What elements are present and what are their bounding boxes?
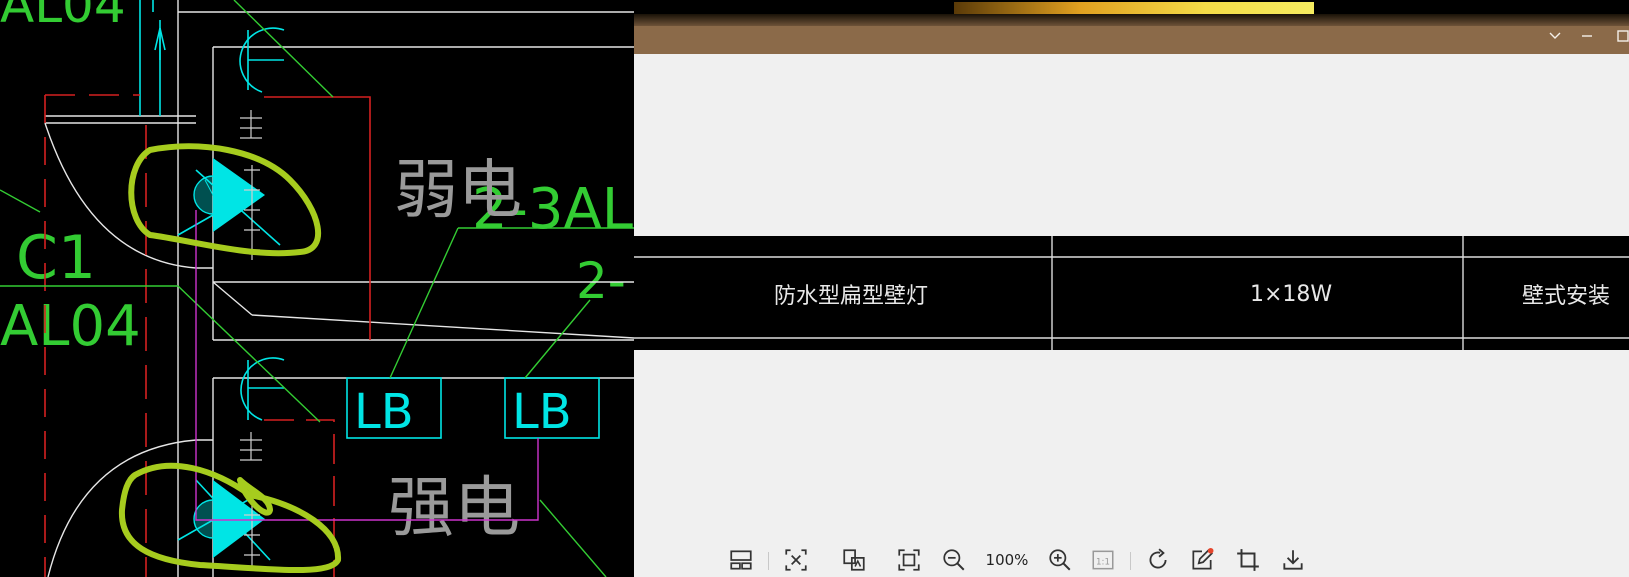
cad-drawing: AL04 C1 AL04 2-3AL 2- 弱电 强电 LB LB bbox=[0, 0, 634, 577]
minimize-button[interactable] bbox=[1571, 26, 1603, 54]
crop-button[interactable] bbox=[1231, 543, 1265, 577]
toolbar-separator bbox=[1130, 552, 1131, 570]
chevron-down-icon bbox=[1549, 32, 1561, 39]
wall-light-symbol-1 bbox=[193, 158, 265, 232]
cell-spec: 1×18W bbox=[1250, 282, 1333, 307]
zoom-value: 100% bbox=[985, 551, 1029, 569]
wall-lines bbox=[44, 0, 634, 577]
zoom-out-button[interactable] bbox=[937, 543, 971, 577]
zoom-out-icon bbox=[943, 549, 965, 571]
zoom-in-button[interactable] bbox=[1043, 543, 1077, 577]
label-al04-top: AL04 bbox=[0, 0, 126, 34]
actual-size-label: 1:1 bbox=[1096, 557, 1110, 567]
background-strip bbox=[634, 0, 1629, 14]
zoom-level: 100% bbox=[979, 543, 1035, 577]
cad-drawing-panel[interactable]: AL04 C1 AL04 2-3AL 2- 弱电 强电 LB LB bbox=[0, 0, 634, 577]
label-lb-2: LB bbox=[512, 384, 572, 440]
translate-icon bbox=[843, 549, 865, 571]
toolbar-separator bbox=[768, 552, 769, 570]
rotate-icon bbox=[1149, 548, 1167, 569]
title-bar-shadow bbox=[634, 14, 1629, 26]
background-glow bbox=[954, 2, 1314, 14]
document-image: 防水型扁型壁灯 1×18W 壁式安装 bbox=[634, 236, 1629, 350]
label-lb-1: LB bbox=[354, 384, 414, 440]
actual-size-button[interactable]: 1:1 bbox=[1086, 543, 1120, 577]
ocr-text-icon bbox=[785, 549, 807, 571]
edit-button[interactable] bbox=[1185, 543, 1219, 577]
edit-icon bbox=[1192, 547, 1214, 570]
label-al04: AL04 bbox=[0, 294, 141, 359]
label-c1: C1 bbox=[16, 223, 96, 293]
fit-screen-button[interactable] bbox=[892, 543, 926, 577]
label-strong-current: 强电 bbox=[388, 469, 520, 546]
translate-button[interactable] bbox=[837, 543, 871, 577]
rotate-button[interactable] bbox=[1141, 543, 1175, 577]
thumbnail-icon bbox=[730, 550, 752, 570]
crop-icon bbox=[1237, 549, 1259, 571]
viewer-toolbar: 100% 1:1 bbox=[724, 543, 1334, 577]
download-icon bbox=[1283, 550, 1303, 570]
label-weak-current: 弱电 bbox=[394, 154, 522, 228]
fit-screen-icon bbox=[898, 549, 920, 571]
label-circuit-sub: 2- bbox=[576, 252, 626, 310]
thumbnail-button[interactable] bbox=[724, 543, 758, 577]
zoom-in-icon bbox=[1049, 549, 1071, 571]
dropdown-button[interactable] bbox=[1539, 26, 1571, 54]
minimize-icon bbox=[1582, 35, 1592, 37]
download-button[interactable] bbox=[1276, 543, 1310, 577]
ocr-text-button[interactable] bbox=[779, 543, 813, 577]
title-bar[interactable] bbox=[634, 26, 1629, 54]
cell-product-name: 防水型扁型壁灯 bbox=[774, 284, 929, 309]
maximize-button[interactable] bbox=[1607, 26, 1629, 54]
maximize-icon bbox=[1617, 30, 1629, 42]
actual-size-icon: 1:1 bbox=[1092, 550, 1114, 570]
image-viewer-window: 防水型扁型壁灯 1×18W 壁式安装 100% 1:1 bbox=[634, 0, 1629, 577]
cell-install: 壁式安装 bbox=[1522, 284, 1611, 309]
